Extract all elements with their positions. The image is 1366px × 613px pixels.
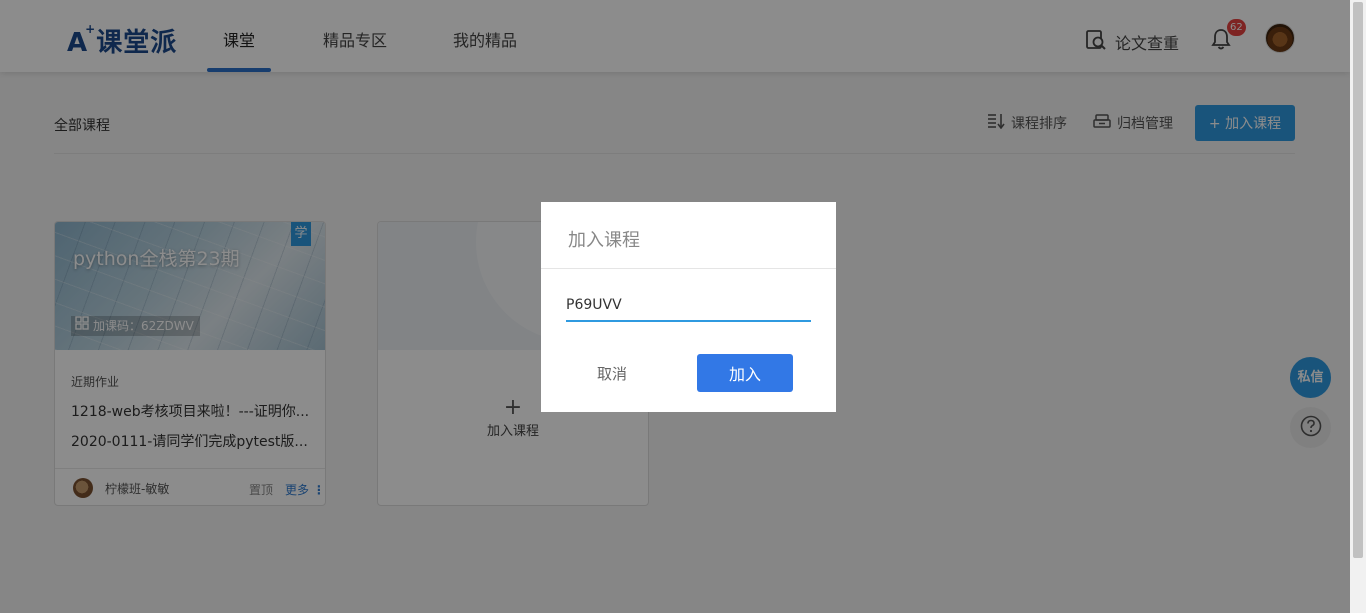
dialog-divider xyxy=(541,268,836,269)
cancel-button[interactable]: 取消 xyxy=(597,363,627,384)
join-course-dialog: 加入课程 取消 加入 xyxy=(541,202,836,412)
scrollbar-thumb[interactable] xyxy=(1353,2,1363,558)
course-code-input[interactable] xyxy=(566,290,811,322)
page-scrollbar[interactable] xyxy=(1350,0,1366,613)
dialog-title: 加入课程 xyxy=(568,230,640,251)
join-confirm-button[interactable]: 加入 xyxy=(697,354,793,392)
